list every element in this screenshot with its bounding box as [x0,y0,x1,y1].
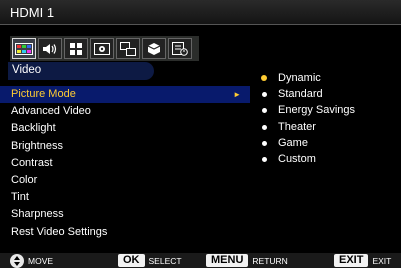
menu-item-backlight[interactable]: Backlight [0,120,250,137]
bullet-icon [262,92,267,98]
menu-item-brightness[interactable]: Brightness [0,138,250,155]
option-dynamic[interactable]: Dynamic [261,70,355,86]
bullet-icon [262,156,267,162]
apps-icon[interactable] [64,38,88,59]
menu-tab-bar [10,36,199,61]
hint-move: MOVE [10,253,53,268]
picture-icon[interactable] [12,38,36,59]
menu-item-advanced-video[interactable]: Advanced Video [0,103,250,120]
ok-key: OK [118,254,145,267]
bullet-icon [262,108,267,114]
hint-exit: EXIT EXIT [334,253,391,268]
footer-hints: MOVE OK SELECT MENU RETURN EXIT EXIT [0,253,401,268]
network-icon[interactable] [116,38,140,59]
section-header: Video [8,62,154,80]
settings-icon[interactable] [90,38,114,59]
option-standard[interactable]: Standard [262,86,355,102]
menu-item-reset-video-settings[interactable]: Rest Video Settings [0,224,250,241]
timer-icon[interactable] [168,38,192,59]
3d-icon[interactable] [142,38,166,59]
audio-icon[interactable] [38,38,62,59]
menu-item-picture-mode[interactable]: Picture Mode ► [0,86,250,104]
selected-bullet-icon [261,75,267,81]
up-down-icon [10,253,24,268]
arrow-right-icon: ► [233,90,241,99]
hint-select: OK SELECT [118,253,182,268]
menu-item-tint[interactable]: Tint [0,189,250,206]
hint-return: MENU RETURN [206,253,288,268]
menu-item-sharpness[interactable]: Sharpness [0,206,250,223]
source-title: HDMI 1 [10,5,55,20]
menu-item-color[interactable]: Color [0,172,250,189]
picture-mode-options: Dynamic Standard Energy Savings Theater … [261,70,355,167]
video-menu: Picture Mode ► Advanced Video Backlight … [0,86,250,241]
title-bar: HDMI 1 [0,0,401,25]
option-theater[interactable]: Theater [262,119,355,135]
section-title: Video [12,64,42,76]
menu-key: MENU [206,254,249,267]
option-energy-savings[interactable]: Energy Savings [262,102,355,118]
bullet-icon [262,140,267,146]
option-custom[interactable]: Custom [262,151,355,167]
menu-item-contrast[interactable]: Contrast [0,155,250,172]
exit-key: EXIT [334,254,369,267]
option-game[interactable]: Game [262,135,355,151]
bullet-icon [262,124,267,130]
